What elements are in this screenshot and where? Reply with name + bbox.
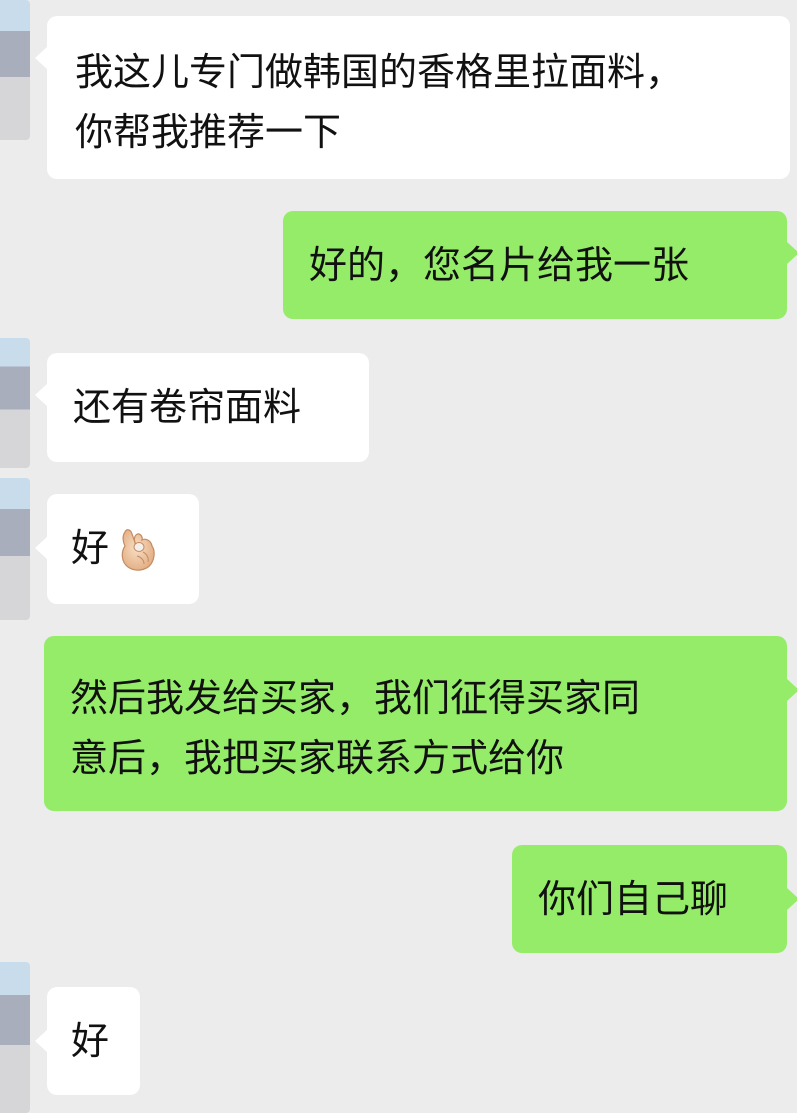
message-text: 你们自己聊: [538, 877, 729, 921]
message-text: 好: [71, 526, 110, 570]
ok-hand-icon: [121, 528, 155, 571]
message-text: 我这儿专门做韩国的香格里拉面料，: [75, 50, 684, 94]
message-text: 你帮我推荐一下: [75, 110, 342, 154]
message-bubble-incoming[interactable]: 好: [35, 987, 140, 1095]
contact-avatar[interactable]: [0, 962, 30, 1113]
message-text: 好的，您名片给我一张: [309, 243, 690, 287]
message-bubble-outgoing[interactable]: 然后我发给买家，我们征得买家同 意后，我把买家联系方式给你: [44, 636, 797, 811]
message-bubble-incoming[interactable]: 我这儿专门做韩国的香格里拉面料， 你帮我推荐一下: [35, 16, 790, 179]
contact-avatar[interactable]: [0, 338, 30, 468]
message-bubble-incoming[interactable]: 好: [35, 494, 199, 604]
message-bubble-incoming[interactable]: 还有卷帘面料: [35, 353, 369, 462]
message-bubble-outgoing[interactable]: 好的，您名片给我一张: [283, 211, 797, 319]
message-text: 好: [71, 1019, 110, 1063]
message-text: 还有卷帘面料: [73, 385, 302, 429]
contact-avatar[interactable]: [0, 478, 30, 620]
message-text: 然后我发给买家，我们征得买家同: [70, 676, 641, 720]
message-text: 意后，我把买家联系方式给你: [70, 736, 565, 780]
message-bubble-outgoing[interactable]: 你们自己聊: [512, 845, 797, 953]
contact-avatar[interactable]: [0, 0, 30, 140]
